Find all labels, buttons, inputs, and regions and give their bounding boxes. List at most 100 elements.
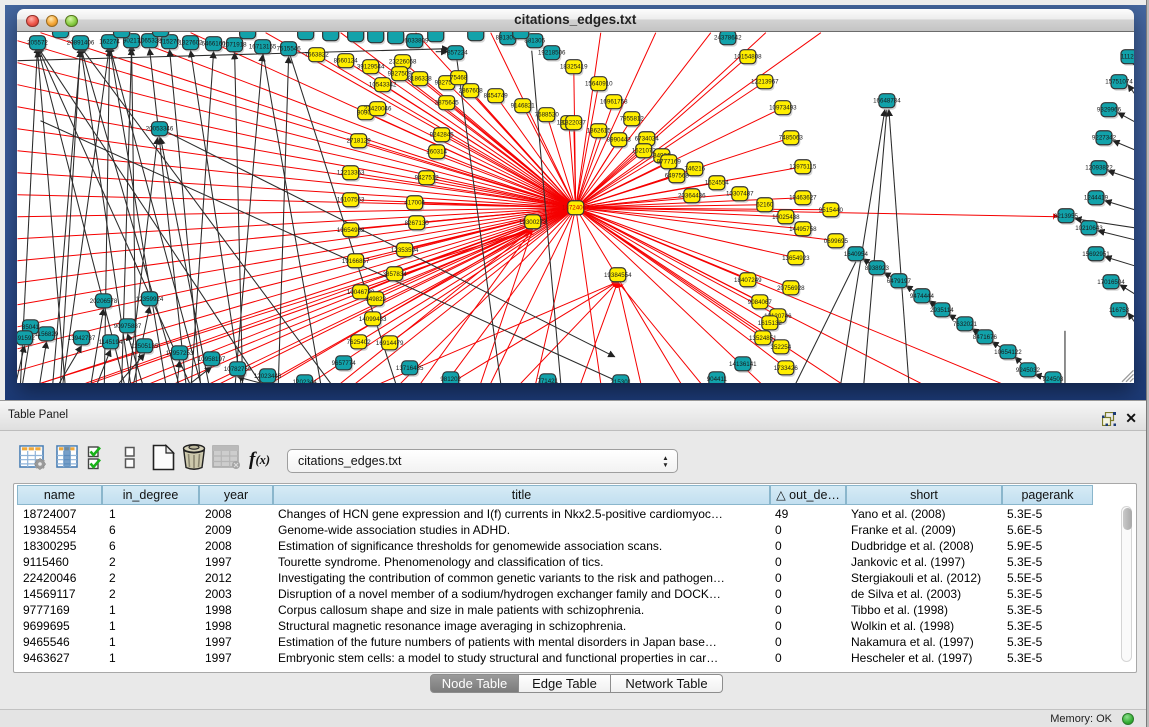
- svg-text:2867608: 2867608: [458, 87, 483, 94]
- svg-text:8213955: 8213955: [1053, 212, 1078, 219]
- svg-text:349822: 349822: [365, 295, 386, 302]
- svg-text:1615132: 1615132: [757, 319, 782, 326]
- svg-text:10025438: 10025438: [772, 213, 800, 220]
- svg-text:1244419: 1244419: [1083, 194, 1108, 201]
- svg-text:13716485: 13716485: [395, 364, 423, 371]
- svg-text:0699695: 0699695: [823, 237, 848, 244]
- svg-text:9474444: 9474444: [909, 292, 934, 299]
- svg-text:1145194: 1145194: [98, 338, 122, 345]
- svg-text:75468: 75468: [450, 74, 468, 81]
- svg-text:2718129: 2718129: [346, 137, 371, 144]
- svg-text:215301: 215301: [610, 378, 631, 382]
- svg-text:9515440: 9515440: [818, 206, 843, 213]
- svg-text:14099483: 14099483: [358, 315, 386, 322]
- svg-text:771421: 771421: [537, 377, 558, 382]
- svg-text:7857224: 7857224: [443, 49, 468, 56]
- svg-text:205572: 205572: [27, 39, 48, 46]
- svg-text:90975887: 90975887: [113, 322, 141, 329]
- svg-text:7955812: 7955812: [619, 115, 644, 122]
- svg-text:13654923: 13654923: [782, 254, 810, 261]
- svg-text:9329966: 9329966: [1096, 106, 1121, 113]
- svg-text:715276: 715276: [159, 38, 180, 45]
- svg-text:9084067: 9084067: [747, 298, 772, 305]
- svg-text:8186328: 8186328: [407, 75, 432, 82]
- svg-text:12213363: 12213363: [336, 169, 364, 176]
- svg-text:2935114: 2935114: [930, 306, 954, 313]
- svg-text:62160: 62160: [756, 201, 774, 208]
- svg-text:1733426: 1733426: [773, 364, 798, 371]
- svg-text:18407249: 18407249: [734, 276, 762, 283]
- svg-text:10543342: 10543342: [368, 81, 396, 88]
- svg-text:8990443: 8990443: [606, 136, 631, 143]
- svg-text:19300273: 19300273: [518, 218, 546, 225]
- svg-text:15640910: 15640910: [584, 80, 612, 87]
- svg-text:3857834: 3857834: [382, 270, 407, 277]
- svg-text:6497568: 6497568: [664, 172, 689, 179]
- svg-text:9146821: 9146821: [510, 102, 535, 109]
- svg-text:18325419: 18325419: [559, 63, 587, 70]
- svg-text:1624554: 1624554: [704, 179, 729, 186]
- svg-text:9242845: 9242845: [429, 131, 454, 138]
- svg-text:7588520: 7588520: [534, 111, 559, 118]
- svg-text:10782759: 10782759: [223, 365, 251, 372]
- svg-text:12353594: 12353594: [390, 246, 418, 253]
- svg-text:8267130: 8267130: [404, 219, 429, 226]
- svg-text:9777169: 9777169: [656, 158, 681, 165]
- svg-text:352254: 352254: [770, 343, 791, 350]
- svg-text:391592: 391592: [17, 334, 35, 341]
- svg-text:16914479: 16914479: [375, 339, 403, 346]
- svg-text:7515546: 7515546: [276, 45, 301, 52]
- svg-text:19654982: 19654982: [336, 226, 364, 233]
- svg-text:23420046: 23420046: [363, 105, 391, 112]
- svg-text:17957253: 17957253: [165, 349, 193, 356]
- svg-text:16961758: 16961758: [600, 98, 628, 105]
- svg-text:16713155: 16713155: [248, 43, 276, 50]
- svg-text:1362615: 1362615: [586, 127, 611, 134]
- svg-text:6734024: 6734024: [634, 135, 659, 142]
- svg-text:12093822: 12093822: [1085, 164, 1113, 171]
- svg-text:1327602: 1327602: [178, 39, 203, 46]
- svg-text:12359924: 12359924: [135, 295, 163, 302]
- svg-text:260314: 260314: [426, 148, 447, 155]
- svg-text:1071918: 1071918: [222, 41, 247, 48]
- svg-text:7663822: 7663822: [304, 51, 329, 58]
- svg-text:1322037: 1322037: [561, 119, 586, 126]
- svg-text:10654122: 10654122: [994, 348, 1022, 355]
- svg-text:11125: 11125: [1120, 53, 1134, 60]
- svg-text:6479197: 6479197: [886, 277, 911, 284]
- svg-text:14136141: 14136141: [729, 360, 757, 367]
- svg-text:12213967: 12213967: [751, 78, 779, 85]
- svg-text:12023446: 12023446: [253, 372, 281, 379]
- svg-text:162274: 162274: [99, 38, 120, 45]
- svg-text:19218506: 19218506: [537, 49, 565, 56]
- svg-text:10154808: 10154808: [734, 53, 762, 60]
- svg-text:20206578: 20206578: [89, 297, 117, 304]
- svg-text:18724007: 18724007: [561, 204, 589, 211]
- svg-text:20364436: 20364436: [678, 192, 706, 199]
- svg-text:10958197: 10958197: [197, 355, 225, 362]
- svg-text:16648784: 16648784: [873, 97, 901, 104]
- svg-text:12505135: 12505135: [130, 342, 158, 349]
- svg-text:981202: 981202: [440, 375, 461, 382]
- svg-text:9657774: 9657774: [331, 359, 356, 366]
- svg-text:13524851: 13524851: [749, 334, 777, 341]
- svg-text:7632021: 7632021: [952, 320, 977, 327]
- svg-text:3875645: 3875645: [434, 99, 459, 106]
- svg-text:19166857: 19166857: [341, 257, 369, 264]
- svg-text:13942737: 13942737: [67, 334, 95, 341]
- svg-text:19384554: 19384554: [604, 271, 632, 278]
- svg-text:20053346: 20053346: [145, 125, 173, 132]
- svg-text:9245032: 9245032: [1015, 366, 1040, 373]
- svg-text:8660124: 8660124: [333, 57, 358, 64]
- svg-text:8471676: 8471676: [972, 333, 997, 340]
- svg-text:10210643: 10210643: [1075, 224, 1103, 231]
- svg-text:39129544: 39129544: [356, 63, 384, 70]
- svg-text:116753: 116753: [1108, 306, 1129, 313]
- svg-text:1202344: 1202344: [292, 378, 317, 382]
- svg-text:20756928: 20756928: [777, 284, 805, 291]
- svg-text:8454749: 8454749: [483, 92, 508, 99]
- svg-text:16107563: 16107563: [336, 196, 364, 203]
- svg-text:23226058: 23226058: [388, 58, 416, 65]
- svg-text:7625402: 7625402: [346, 338, 371, 345]
- svg-text:8938923: 8938923: [864, 264, 889, 271]
